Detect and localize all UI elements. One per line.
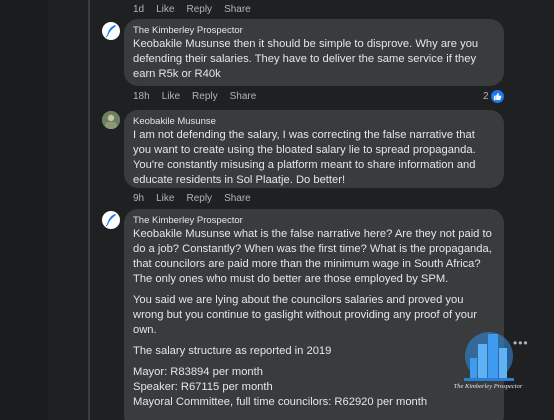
thread-connector-line: [88, 0, 90, 420]
share-button[interactable]: Share: [224, 193, 251, 204]
avatar[interactable]: [102, 211, 120, 229]
reply-button[interactable]: Reply: [186, 4, 212, 15]
comment-body: Keobakile Musunse what is the false narr…: [133, 227, 495, 410]
comment-body: Keobakile Musunse then it should be simp…: [133, 37, 495, 82]
comment-bubble: The Kimberley Prospector Keobakile Musun…: [124, 209, 504, 420]
comment-paragraph: You said we are lying about the councilo…: [133, 294, 477, 336]
comment-thread-page: 1d Like Reply Share The Kimberley Prospe…: [0, 0, 554, 420]
comment-actions: 9h Like Reply Share: [133, 193, 251, 204]
reply-button[interactable]: Reply: [192, 91, 218, 102]
logo-caption: The Kimberley Prospector: [453, 383, 523, 390]
comment-paragraph: The salary structure as reported in 2019: [133, 345, 332, 357]
thumbs-up-icon: [490, 90, 504, 103]
like-button[interactable]: Like: [162, 91, 180, 102]
prev-comment-actions: 1d Like Reply Share: [133, 4, 251, 15]
mention-link[interactable]: Keobakile Musunse: [133, 38, 231, 50]
like-button[interactable]: Like: [156, 4, 174, 15]
comment-paragraph: Keobakile Musunse what is the false narr…: [133, 227, 495, 287]
comment-bubble: Keobakile Musunse I am not defending the…: [124, 110, 504, 188]
comment-time[interactable]: 18h: [133, 91, 150, 102]
comment-time[interactable]: 1d: [133, 4, 144, 15]
salary-line: Mayoral Committee, full time councilors:…: [133, 396, 428, 408]
salary-line: Mayor: R83894 per month: [133, 366, 263, 378]
comment-text: I am not defending the salary, I was cor…: [133, 129, 476, 186]
avatar[interactable]: [102, 111, 120, 129]
salary-line: Speaker: R67115 per month: [133, 381, 273, 393]
reaction-count-badge[interactable]: 2: [483, 90, 504, 103]
comment-time[interactable]: 9h: [133, 193, 144, 204]
comment-author[interactable]: The Kimberley Prospector: [133, 215, 495, 227]
quill-pen-icon: [105, 214, 116, 227]
mention-link[interactable]: Keobakile Musunse: [133, 228, 231, 240]
reply-button[interactable]: Reply: [186, 193, 212, 204]
profile-photo: [102, 111, 120, 129]
comment-author[interactable]: The Kimberley Prospector: [133, 25, 495, 37]
left-rail: [0, 0, 48, 420]
share-button[interactable]: Share: [230, 91, 257, 102]
reaction-count: 2: [483, 91, 489, 102]
quill-pen-icon: [105, 25, 116, 38]
comment-bubble: The Kimberley Prospector Keobakile Musun…: [124, 19, 504, 86]
share-button[interactable]: Share: [224, 4, 251, 15]
avatar[interactable]: [102, 22, 120, 40]
comment-author[interactable]: Keobakile Musunse: [133, 116, 495, 128]
comment-actions: 18h Like Reply Share: [133, 91, 256, 102]
like-button[interactable]: Like: [156, 193, 174, 204]
